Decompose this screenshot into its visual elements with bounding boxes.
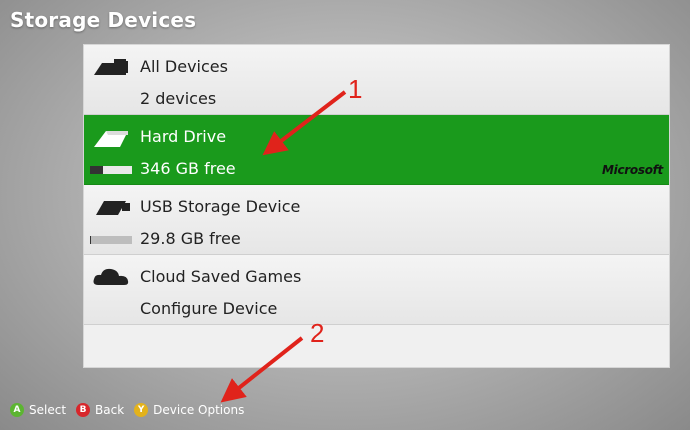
hint-back[interactable]: B Back [76,403,124,417]
hint-label: Select [29,403,67,417]
a-button-icon: A [10,403,24,417]
page-title: Storage Devices [10,8,197,32]
brand-logo: Microsoft [602,163,663,177]
capacity-bar [90,236,132,244]
device-row-hard-drive[interactable]: Hard Drive 346 GB free Microsoft [84,115,669,185]
device-detail: 346 GB free [140,159,236,178]
cloud-icon [92,265,132,289]
capacity-used-fill [90,166,103,174]
controller-hints: A Select B Back Y Device Options [10,403,254,417]
device-name: USB Storage Device [140,197,301,216]
device-detail: 29.8 GB free [140,229,241,248]
device-detail: 2 devices [140,89,217,108]
device-name: All Devices [140,57,228,76]
annotation-number-2: 2 [310,318,325,348]
device-row-cloud-saved-games[interactable]: Cloud Saved Games Configure Device [84,255,669,325]
hard-drive-icon [92,125,132,149]
device-detail: Configure Device [140,299,278,318]
hint-label: Device Options [153,403,245,417]
device-name: Hard Drive [140,127,227,146]
capacity-bar [90,166,132,174]
capacity-used-fill [90,236,91,244]
b-button-icon: B [76,403,91,417]
y-button-icon: Y [134,403,149,417]
all-devices-icon [92,55,132,79]
annotation-number-1: 1 [348,74,363,104]
device-list: All Devices 2 devices Hard Drive 346 GB … [83,44,670,368]
device-name: Cloud Saved Games [140,267,302,286]
hint-device-options[interactable]: Y Device Options [134,403,244,417]
device-row-all-devices[interactable]: All Devices 2 devices [84,45,669,115]
usb-drive-icon [92,195,132,219]
hint-select[interactable]: A Select [10,403,66,417]
hint-label: Back [95,403,125,417]
device-row-usb-storage[interactable]: USB Storage Device 29.8 GB free [84,185,669,255]
